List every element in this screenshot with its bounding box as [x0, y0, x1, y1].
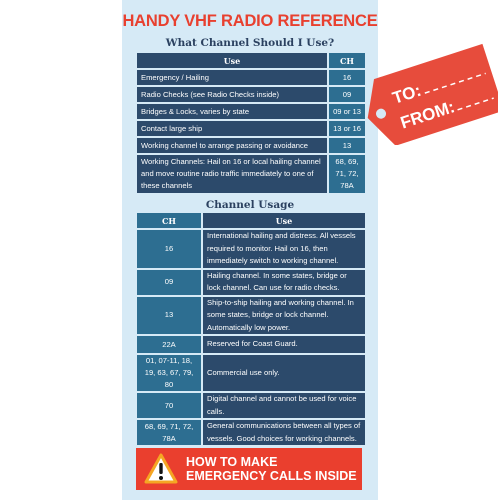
- column-header-use: Use: [203, 213, 365, 228]
- use-cell: International hailing and distress. All …: [203, 230, 365, 268]
- ch-cell: 70: [137, 393, 201, 418]
- use-cell: Hailing channel. In some states, bridge …: [203, 269, 365, 295]
- banner-line-1: HOW TO MAKE: [186, 455, 278, 469]
- table-row: Contact large ship 13 or 16: [137, 121, 365, 136]
- column-header-use: Use: [137, 53, 327, 68]
- ch-cell: 01, 07-11, 18, 19, 63, 67, 79, 80: [137, 355, 201, 391]
- use-cell: Commercial use only.: [203, 355, 365, 391]
- table-row: 70 Digital channel and cannot be used fo…: [137, 393, 365, 418]
- table-row: Emergency / Hailing 16: [137, 70, 365, 85]
- use-cell: Digital channel and cannot be used for v…: [203, 393, 365, 418]
- reference-card: HANDY VHF RADIO REFERENCE What Channel S…: [122, 0, 378, 500]
- table-row: 16 International hailing and distress. A…: [137, 230, 365, 268]
- ch-cell: 22A: [137, 336, 201, 353]
- table-row: 01, 07-11, 18, 19, 63, 67, 79, 80 Commer…: [137, 355, 365, 391]
- table-row: Radio Checks (see Radio Checks inside) 0…: [137, 87, 365, 102]
- ch-cell: 09: [137, 269, 201, 295]
- table-row: Working Channels: Hail on 16 or local ha…: [137, 155, 365, 193]
- ch-cell: 68, 69, 71, 72, 78A: [329, 155, 365, 193]
- table-row: 22A Reserved for Coast Guard.: [137, 336, 365, 353]
- use-cell: Working channel to arrange passing or av…: [137, 138, 327, 153]
- ch-cell: 68, 69, 71, 72, 78A: [137, 420, 201, 445]
- column-header-ch: CH: [137, 213, 201, 228]
- use-cell: General communications between all types…: [203, 420, 365, 445]
- section-heading-channel-usage: Channel Usage: [205, 199, 295, 211]
- use-cell: Ship-to-ship hailing and working channel…: [203, 296, 365, 334]
- table-row: Working channel to arrange passing or av…: [137, 138, 365, 153]
- table-row: 13 Ship-to-ship hailing and working chan…: [137, 296, 365, 334]
- use-cell: Radio Checks (see Radio Checks inside): [137, 87, 327, 102]
- page-title: HANDY VHF RADIO REFERENCE: [122, 12, 378, 30]
- ch-cell: 13: [137, 296, 201, 334]
- table-row: 09 Hailing channel. In some states, brid…: [137, 269, 365, 295]
- channel-usage-table: CH Use 16 International hailing and dist…: [135, 211, 367, 447]
- banner-text: HOW TO MAKE EMERGENCY CALLS INSIDE: [186, 455, 357, 483]
- what-channel-table: Use CH Emergency / Hailing 16 Radio Chec…: [135, 51, 367, 195]
- emergency-calls-banner[interactable]: HOW TO MAKE EMERGENCY CALLS INSIDE: [136, 448, 362, 490]
- use-cell: Bridges & Locks, varies by state: [137, 104, 327, 119]
- table-header-row: CH Use: [137, 213, 365, 228]
- table-row: Bridges & Locks, varies by state 09 or 1…: [137, 104, 365, 119]
- gift-tag-decoration: TO: FROM:: [367, 43, 498, 145]
- section-heading-what-channel: What Channel Should I Use?: [165, 37, 335, 49]
- ch-cell: 16: [137, 230, 201, 268]
- use-cell: Working Channels: Hail on 16 or local ha…: [137, 155, 327, 193]
- table-row: 68, 69, 71, 72, 78A General communicatio…: [137, 420, 365, 445]
- use-cell: Contact large ship: [137, 121, 327, 136]
- use-cell: Reserved for Coast Guard.: [203, 336, 365, 353]
- use-cell: Emergency / Hailing: [137, 70, 327, 85]
- table-header-row: Use CH: [137, 53, 365, 68]
- warning-icon: [144, 453, 178, 484]
- banner-line-2: EMERGENCY CALLS INSIDE: [186, 468, 357, 483]
